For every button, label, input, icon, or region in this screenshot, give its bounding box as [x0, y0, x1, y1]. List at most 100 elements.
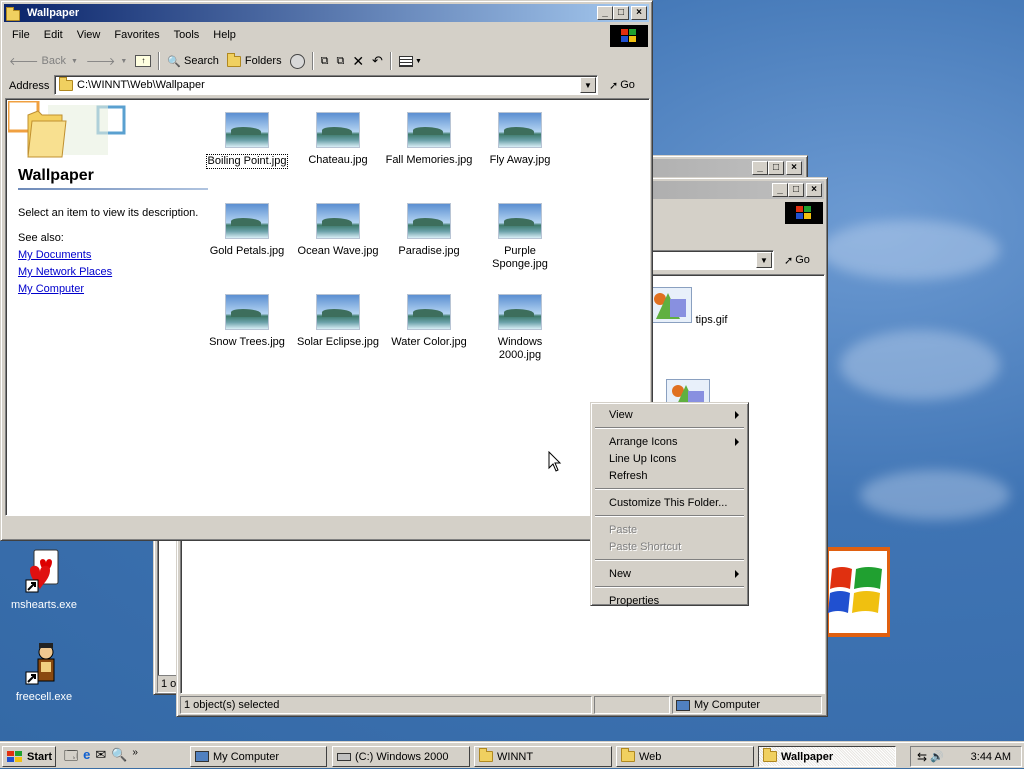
file-item[interactable]: Gold Petals.jpg	[202, 203, 292, 258]
file-item[interactable]: Fly Away.jpg	[475, 112, 565, 167]
file-item[interactable]: Snow Trees.jpg	[202, 294, 292, 349]
file-label: Solar Eclipse.jpg	[297, 336, 379, 348]
menu-item-properties[interactable]: Properties	[594, 592, 745, 609]
submenu-arrow-icon	[735, 570, 739, 578]
address-input[interactable]: C:\WINNT\Web\Wallpaper ▼	[54, 75, 598, 95]
web-view-panel: Wallpaper Select an item to view its des…	[6, 99, 208, 515]
task-winnt[interactable]: WINNT	[474, 746, 612, 767]
menu-item-arrange-icons[interactable]: Arrange Icons	[594, 433, 745, 450]
status-pane	[594, 696, 670, 714]
link-my-computer[interactable]: My Computer	[18, 283, 84, 295]
windows-flag-icon	[7, 750, 22, 762]
menu-separator	[595, 515, 744, 517]
chevron-right-icon[interactable]: »	[132, 747, 138, 769]
file-item[interactable]: Solar Eclipse.jpg	[293, 294, 383, 349]
link-my-documents[interactable]: My Documents	[18, 249, 91, 261]
task-my-computer[interactable]: My Computer	[190, 746, 327, 767]
task-windows-2000-drive[interactable]: (C:) Windows 2000	[332, 746, 470, 767]
minimize-button[interactable]: _	[752, 161, 768, 175]
up-folder-button[interactable]: ↑	[131, 50, 155, 72]
menu-edit[interactable]: Edit	[37, 29, 70, 41]
menu-item-line-up-icons[interactable]: Line Up Icons	[594, 450, 745, 467]
menu-favorites[interactable]: Favorites	[107, 29, 166, 41]
back-label: Back	[41, 55, 66, 67]
folders-button[interactable]: Folders	[223, 50, 286, 72]
file-item[interactable]: Ocean Wave.jpg	[293, 203, 383, 258]
menu-tools[interactable]: Tools	[167, 29, 207, 41]
close-button[interactable]: ×	[786, 161, 802, 175]
menu-view[interactable]: View	[70, 29, 108, 41]
views-button[interactable]: ▼	[395, 50, 426, 72]
menu-bar: File Edit View Favorites Tools Help	[5, 25, 243, 45]
computer-icon	[195, 751, 209, 762]
volume-tray-icon[interactable]: 🔊	[930, 750, 944, 763]
file-label: Purple Sponge.jpg	[492, 245, 548, 270]
minimize-button[interactable]: _	[772, 183, 788, 197]
file-item[interactable]: Fall Memories.jpg	[384, 112, 474, 167]
drive-icon	[337, 752, 351, 761]
file-item[interactable]: Boiling Point.jpg	[202, 112, 292, 169]
windows-logo-image	[826, 547, 890, 637]
delete-button[interactable]: ✕	[348, 50, 368, 72]
submenu-arrow-icon	[735, 438, 739, 446]
menu-item-label: View	[609, 408, 633, 421]
quick-launch-icon[interactable]: 🔍	[111, 747, 127, 769]
close-button[interactable]: ×	[806, 183, 822, 197]
file-item[interactable]: Windows 2000.jpg	[475, 294, 565, 362]
go-button[interactable]: ➚ Go	[780, 249, 814, 271]
outlook-express-icon[interactable]: ✉	[95, 747, 106, 769]
window-titlebar[interactable]: Wallpaper _ □ ×	[4, 4, 649, 22]
maximize-button[interactable]: □	[788, 183, 804, 197]
copy-to-button[interactable]: ⧉	[332, 50, 348, 72]
search-button[interactable]: 🔍 Search	[163, 50, 223, 72]
desktop-icon-mshearts[interactable]: mshearts.exe	[4, 548, 84, 611]
menu-separator	[595, 586, 744, 588]
maximize-button[interactable]: □	[613, 6, 629, 20]
go-button[interactable]: ➚ Go	[605, 74, 639, 96]
minimize-button[interactable]: _	[597, 6, 613, 20]
status-bar: 1 object(s) selected My Computer	[180, 696, 825, 714]
task-web[interactable]: Web	[616, 746, 754, 767]
folder-banner-icon	[8, 101, 126, 158]
folder-icon	[6, 6, 20, 21]
windows-flag-icon	[796, 206, 811, 219]
menu-item-label: Line Up Icons	[609, 452, 677, 465]
file-label: Fall Memories.jpg	[385, 154, 473, 166]
desktop-icon-freecell[interactable]: freecell.exe	[4, 640, 84, 703]
file-label: Ocean Wave.jpg	[297, 245, 379, 257]
forward-button[interactable]: 🡒 ▼	[82, 50, 131, 72]
menu-item-refresh[interactable]: Refresh	[594, 467, 745, 484]
file-item[interactable]: Chateau.jpg	[293, 112, 383, 167]
menu-help[interactable]: Help	[206, 29, 243, 41]
address-dropdown-button[interactable]: ▼	[580, 77, 596, 93]
menu-separator	[595, 559, 744, 561]
link-my-network-places[interactable]: My Network Places	[18, 266, 112, 278]
folders-icon	[226, 52, 241, 67]
file-item[interactable]: Purple Sponge.jpg	[475, 203, 565, 271]
menu-file[interactable]: File	[5, 29, 37, 41]
menu-item-new[interactable]: New	[594, 565, 745, 582]
go-arrow-icon: ➚	[784, 254, 794, 267]
address-dropdown-button[interactable]: ▼	[756, 252, 772, 268]
undo-button[interactable]: ↶	[368, 50, 387, 72]
menu-item-view[interactable]: View	[594, 406, 745, 423]
move-to-button[interactable]: ⧉	[317, 50, 333, 72]
panel-description: Select an item to view its description.	[18, 207, 199, 219]
task-wallpaper[interactable]: Wallpaper	[758, 746, 896, 767]
back-button[interactable]: 🡐 Back ▼	[5, 50, 82, 72]
maximize-button[interactable]: □	[768, 161, 784, 175]
network-tray-icon[interactable]: ⇆	[917, 750, 927, 764]
clock[interactable]: 3:44 AM	[971, 751, 1011, 763]
file-item[interactable]: Paradise.jpg	[384, 203, 474, 258]
show-desktop-icon[interactable]: 🗔	[64, 747, 78, 769]
close-button[interactable]: ×	[631, 6, 647, 20]
file-item[interactable]: Water Color.jpg	[384, 294, 474, 349]
freecell-icon	[25, 643, 55, 685]
start-button[interactable]: Start	[2, 746, 56, 767]
menu-item-customize-folder[interactable]: Customize This Folder...	[594, 494, 745, 511]
forward-arrow-icon: 🡒	[85, 56, 116, 68]
history-button[interactable]	[286, 50, 309, 72]
file-item[interactable]: tips.gif	[643, 287, 733, 327]
internet-explorer-icon[interactable]: e	[83, 747, 90, 769]
context-menu: View Arrange Icons Line Up Icons Refresh…	[590, 402, 749, 609]
